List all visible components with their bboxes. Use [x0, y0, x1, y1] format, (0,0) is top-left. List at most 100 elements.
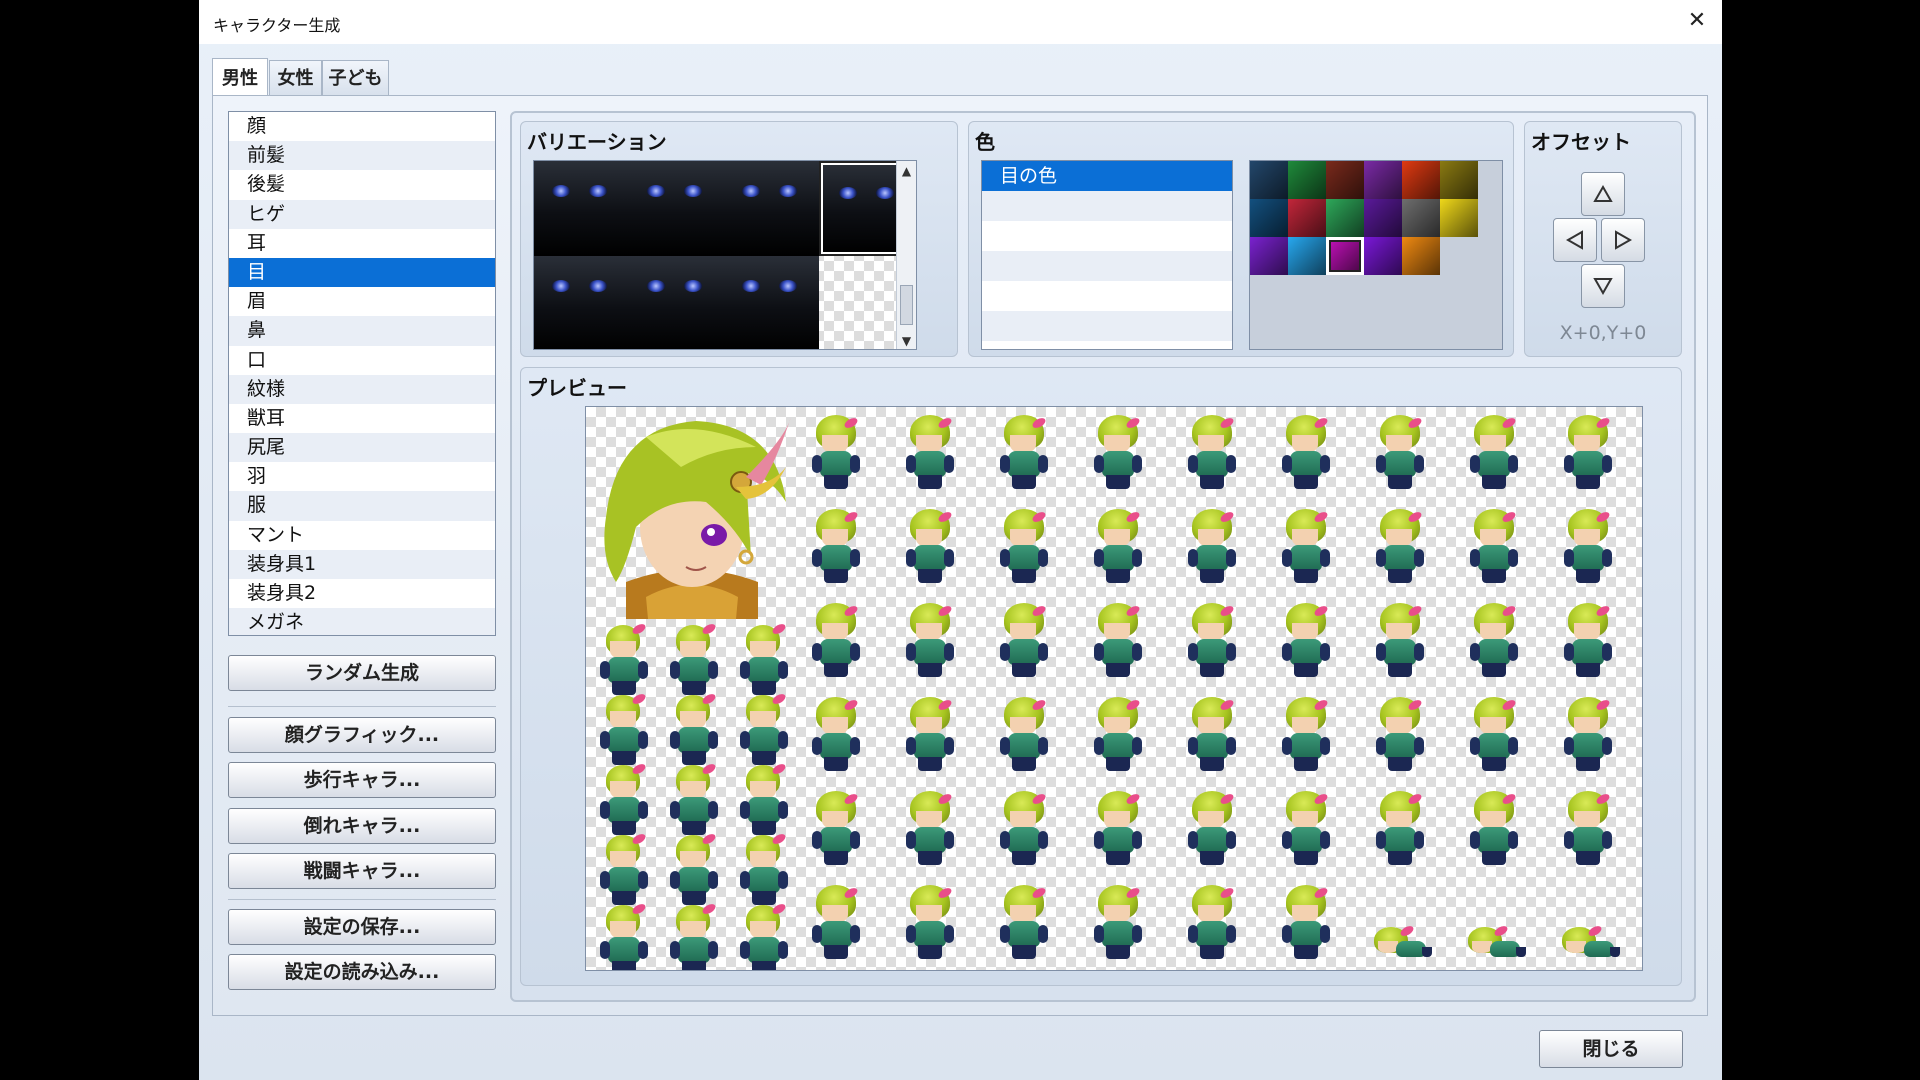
- color-swatch[interactable]: [1326, 161, 1364, 199]
- color-swatch[interactable]: [1440, 199, 1478, 237]
- character-sprite: [806, 883, 866, 963]
- variation-grid[interactable]: ▲ ▼: [533, 160, 917, 350]
- variation-thumbnail[interactable]: [534, 256, 629, 349]
- offset-up-button[interactable]: [1581, 172, 1625, 216]
- character-sprite: [1182, 695, 1242, 775]
- parts-list-item[interactable]: メガネ: [229, 608, 495, 635]
- tab-female[interactable]: 女性: [269, 60, 322, 96]
- color-swatch[interactable]: [1288, 161, 1326, 199]
- parts-list[interactable]: 顔前髪 後髪 ヒゲ耳目眉鼻口紋様 獣耳 尻尾羽服マント 装身具1 装身具2 メガネ: [228, 111, 496, 636]
- parts-list-item[interactable]: 口: [229, 346, 495, 375]
- color-swatch[interactable]: [1402, 199, 1440, 237]
- parts-list-item[interactable]: 前髪: [229, 141, 495, 171]
- variation-thumbnail[interactable]: [724, 161, 819, 256]
- variation-panel: バリエーション ▲ ▼: [520, 121, 958, 357]
- color-swatch[interactable]: [1288, 237, 1326, 275]
- color-swatch[interactable]: [1364, 237, 1402, 275]
- color-swatch[interactable]: [1440, 161, 1478, 199]
- close-icon[interactable]: ✕: [1682, 6, 1712, 36]
- color-swatch[interactable]: [1402, 161, 1440, 199]
- parts-list-item[interactable]: 鼻: [229, 316, 495, 346]
- parts-list-item[interactable]: 目: [229, 257, 495, 288]
- color-swatch[interactable]: [1364, 199, 1402, 237]
- parts-list-item[interactable]: マント: [229, 521, 495, 550]
- parts-list-item[interactable]: 装身具1: [229, 549, 495, 579]
- character-sprite: [900, 789, 960, 869]
- triangle-right-icon: [1615, 230, 1633, 250]
- offset-left-button[interactable]: [1553, 218, 1597, 262]
- character-sprite: [1558, 789, 1618, 869]
- color-swatch[interactable]: [1326, 199, 1364, 237]
- variation-thumbnail[interactable]: [629, 256, 724, 349]
- save-settings-button[interactable]: 設定の保存...: [228, 909, 496, 945]
- color-panel: 色 目の色: [968, 121, 1514, 357]
- battle-chara-button[interactable]: 戦闘キャラ...: [228, 853, 496, 889]
- tab-child[interactable]: 子ども: [322, 60, 389, 96]
- color-title: 色: [975, 130, 995, 154]
- variation-thumbnail[interactable]: [534, 161, 629, 256]
- character-sprite: [1182, 601, 1242, 681]
- parts-list-item[interactable]: 羽: [229, 462, 495, 491]
- parts-list-item[interactable]: 尻尾: [229, 433, 495, 463]
- load-settings-button[interactable]: 設定の読み込み...: [228, 954, 496, 990]
- character-sprite: [1182, 883, 1242, 963]
- character-sprite: [734, 689, 794, 769]
- color-palette[interactable]: [1249, 160, 1503, 350]
- color-swatch[interactable]: [1250, 237, 1288, 275]
- character-sprite: [1182, 507, 1242, 587]
- parts-list-item[interactable]: 顔: [229, 112, 495, 141]
- character-sprite: [1276, 601, 1336, 681]
- tab-male[interactable]: 男性: [212, 58, 268, 96]
- triangle-up-icon: [1593, 184, 1613, 202]
- close-button[interactable]: 閉じる: [1539, 1030, 1683, 1068]
- random-generate-button[interactable]: ランダム生成: [228, 655, 496, 691]
- character-sprite: [1370, 601, 1430, 681]
- character-sprite: [1088, 507, 1148, 587]
- parts-list-item[interactable]: 獣耳: [229, 404, 495, 433]
- parts-list-item[interactable]: 後髪: [229, 170, 495, 199]
- character-sprite: [1370, 507, 1430, 587]
- character-sprite: [994, 601, 1054, 681]
- color-swatch[interactable]: [1288, 199, 1326, 237]
- color-list-item[interactable]: [982, 251, 1232, 281]
- character-sprite: [594, 689, 654, 769]
- color-list-item[interactable]: [982, 221, 1232, 251]
- parts-list-item[interactable]: ヒゲ: [229, 199, 495, 229]
- color-swatch[interactable]: [1364, 161, 1402, 199]
- color-list-item[interactable]: [982, 311, 1232, 341]
- preview-canvas: [585, 406, 1643, 971]
- variation-thumbnail[interactable]: [724, 256, 819, 349]
- scroll-up-icon[interactable]: ▲: [897, 161, 916, 181]
- scroll-thumb[interactable]: [900, 285, 913, 325]
- color-list-item[interactable]: [982, 281, 1232, 311]
- character-sprite: [1464, 507, 1524, 587]
- variation-thumbnail[interactable]: [629, 161, 724, 256]
- character-generator-window: キャラクター生成 ✕ 男性 女性 子ども 顔前髪 後髪 ヒゲ耳目眉鼻口紋様 獣耳 尻尾羽…: [199, 0, 1722, 1080]
- parts-list-item[interactable]: 装身具2: [229, 579, 495, 608]
- color-swatch[interactable]: [1250, 199, 1288, 237]
- character-sprite: [664, 899, 724, 970]
- character-sprite: [994, 789, 1054, 869]
- color-list-item[interactable]: 目の色: [982, 161, 1232, 191]
- face-graphic-button[interactable]: 顔グラフィック...: [228, 717, 496, 753]
- preview-title: プレビュー: [527, 376, 627, 400]
- character-sprite: [900, 507, 960, 587]
- scroll-down-icon[interactable]: ▼: [897, 331, 916, 349]
- character-sprite: [1182, 413, 1242, 493]
- walk-chara-button[interactable]: 歩行キャラ...: [228, 762, 496, 798]
- character-sprite: [1464, 789, 1524, 869]
- parts-list-item[interactable]: 眉: [229, 287, 495, 316]
- parts-list-item[interactable]: 服: [229, 491, 495, 521]
- color-target-list[interactable]: 目の色: [981, 160, 1233, 350]
- color-list-item[interactable]: [982, 191, 1232, 221]
- variation-scrollbar[interactable]: ▲ ▼: [896, 161, 916, 349]
- color-swatch[interactable]: [1250, 161, 1288, 199]
- offset-down-button[interactable]: [1581, 264, 1625, 308]
- parts-list-item[interactable]: 耳: [229, 229, 495, 258]
- down-chara-button[interactable]: 倒れキャラ...: [228, 808, 496, 844]
- offset-right-button[interactable]: [1601, 218, 1645, 262]
- color-swatch[interactable]: [1326, 237, 1364, 275]
- parts-list-item[interactable]: 紋様: [229, 374, 495, 404]
- character-sprite: [734, 829, 794, 909]
- color-swatch[interactable]: [1402, 237, 1440, 275]
